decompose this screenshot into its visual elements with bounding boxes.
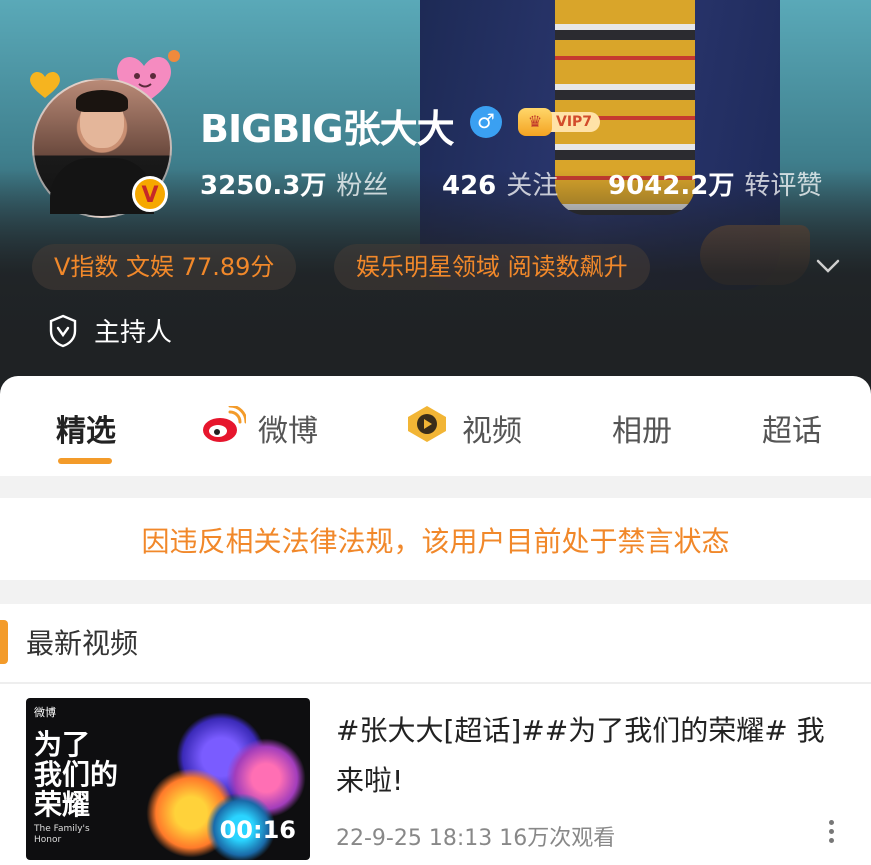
- stat-value: 9042.2万: [608, 171, 735, 201]
- male-gender-icon: ♂: [470, 106, 502, 138]
- video-duration: 00:16: [219, 816, 296, 844]
- ban-notice-text: 因违反相关法律法规，该用户目前处于禁言状态: [141, 525, 730, 558]
- avatar-figure-hair: [76, 90, 128, 112]
- tab-label: 微博: [258, 414, 318, 449]
- latest-videos-section: 最新视频 微博 为了 我们的 荣耀 The Family's Honor 00:…: [0, 604, 871, 865]
- stat-label: 粉丝: [336, 171, 389, 201]
- video-title[interactable]: #张大大[超话]##为了我们的荣耀# 我来啦!: [336, 706, 846, 806]
- crown-icon: ♛: [518, 108, 552, 136]
- stat-following[interactable]: 426 关注: [442, 165, 558, 202]
- tab-supertopic[interactable]: 超话: [762, 406, 822, 450]
- section-accent-bar: [0, 620, 8, 664]
- tab-featured[interactable]: 精选: [56, 406, 116, 450]
- thumbnail-title-line: 为了: [34, 728, 91, 761]
- thumbnail-title-line: 我们的: [34, 758, 119, 791]
- divider: [0, 682, 871, 684]
- thumbnail-subtitle: The Family's Honor: [34, 824, 90, 845]
- role-label: 主持人: [94, 318, 173, 348]
- vip-badge[interactable]: VIP7 ♛: [518, 108, 601, 136]
- profile-name: BIGBIG张大大: [200, 107, 455, 151]
- tab-label: 超话: [762, 414, 822, 449]
- stat-label: 转评赞: [744, 171, 823, 201]
- video-thumbnail[interactable]: 微博 为了 我们的 荣耀 The Family's Honor 00:16: [26, 698, 310, 860]
- stat-followers[interactable]: 3250.3万 粉丝: [200, 165, 388, 202]
- thumbnail-logo: 微博: [34, 706, 56, 719]
- chevron-down-icon[interactable]: [812, 250, 844, 282]
- domain-rank-pill[interactable]: 娱乐明星领域 阅读数飙升: [334, 244, 650, 290]
- stat-value: 3250.3万: [200, 171, 327, 201]
- profile-tabs: 精选 微博 视频 相册 超话: [0, 376, 871, 476]
- tab-label: 视频: [462, 414, 522, 449]
- tab-label: 相册: [612, 414, 672, 449]
- section-title: 最新视频: [26, 627, 139, 660]
- weibo-icon: [203, 406, 246, 442]
- tab-album[interactable]: 相册: [612, 406, 672, 450]
- ban-notice: 因违反相关法律法规，该用户目前处于禁言状态: [0, 498, 871, 580]
- tab-weibo[interactable]: 微博: [203, 406, 318, 450]
- tab-video[interactable]: 视频: [408, 406, 522, 450]
- thumbnail-title-line: 荣耀: [34, 788, 91, 821]
- video-meta: 22-9-25 18:13 16万次观看: [336, 826, 616, 851]
- verified-v-badge: V: [132, 176, 168, 212]
- more-options-icon[interactable]: [826, 820, 838, 850]
- shield-check-icon: [49, 314, 77, 348]
- active-tab-indicator: [58, 458, 112, 464]
- stat-label: 关注: [506, 171, 559, 201]
- stat-reposts-likes[interactable]: 9042.2万 转评赞: [608, 165, 822, 202]
- vip-label: VIP7: [546, 112, 601, 132]
- stat-value: 426: [442, 171, 497, 201]
- thumbnail-title: 为了 我们的 荣耀: [34, 730, 118, 820]
- video-play-icon: [408, 406, 446, 442]
- v-index-pill[interactable]: V指数 文娱 77.89分: [32, 244, 297, 290]
- profile-header: V BIGBIG张大大 ♂ VIP7 ♛ 3250.3万 粉丝 426 关注 904…: [0, 0, 871, 400]
- tab-label: 精选: [56, 414, 116, 449]
